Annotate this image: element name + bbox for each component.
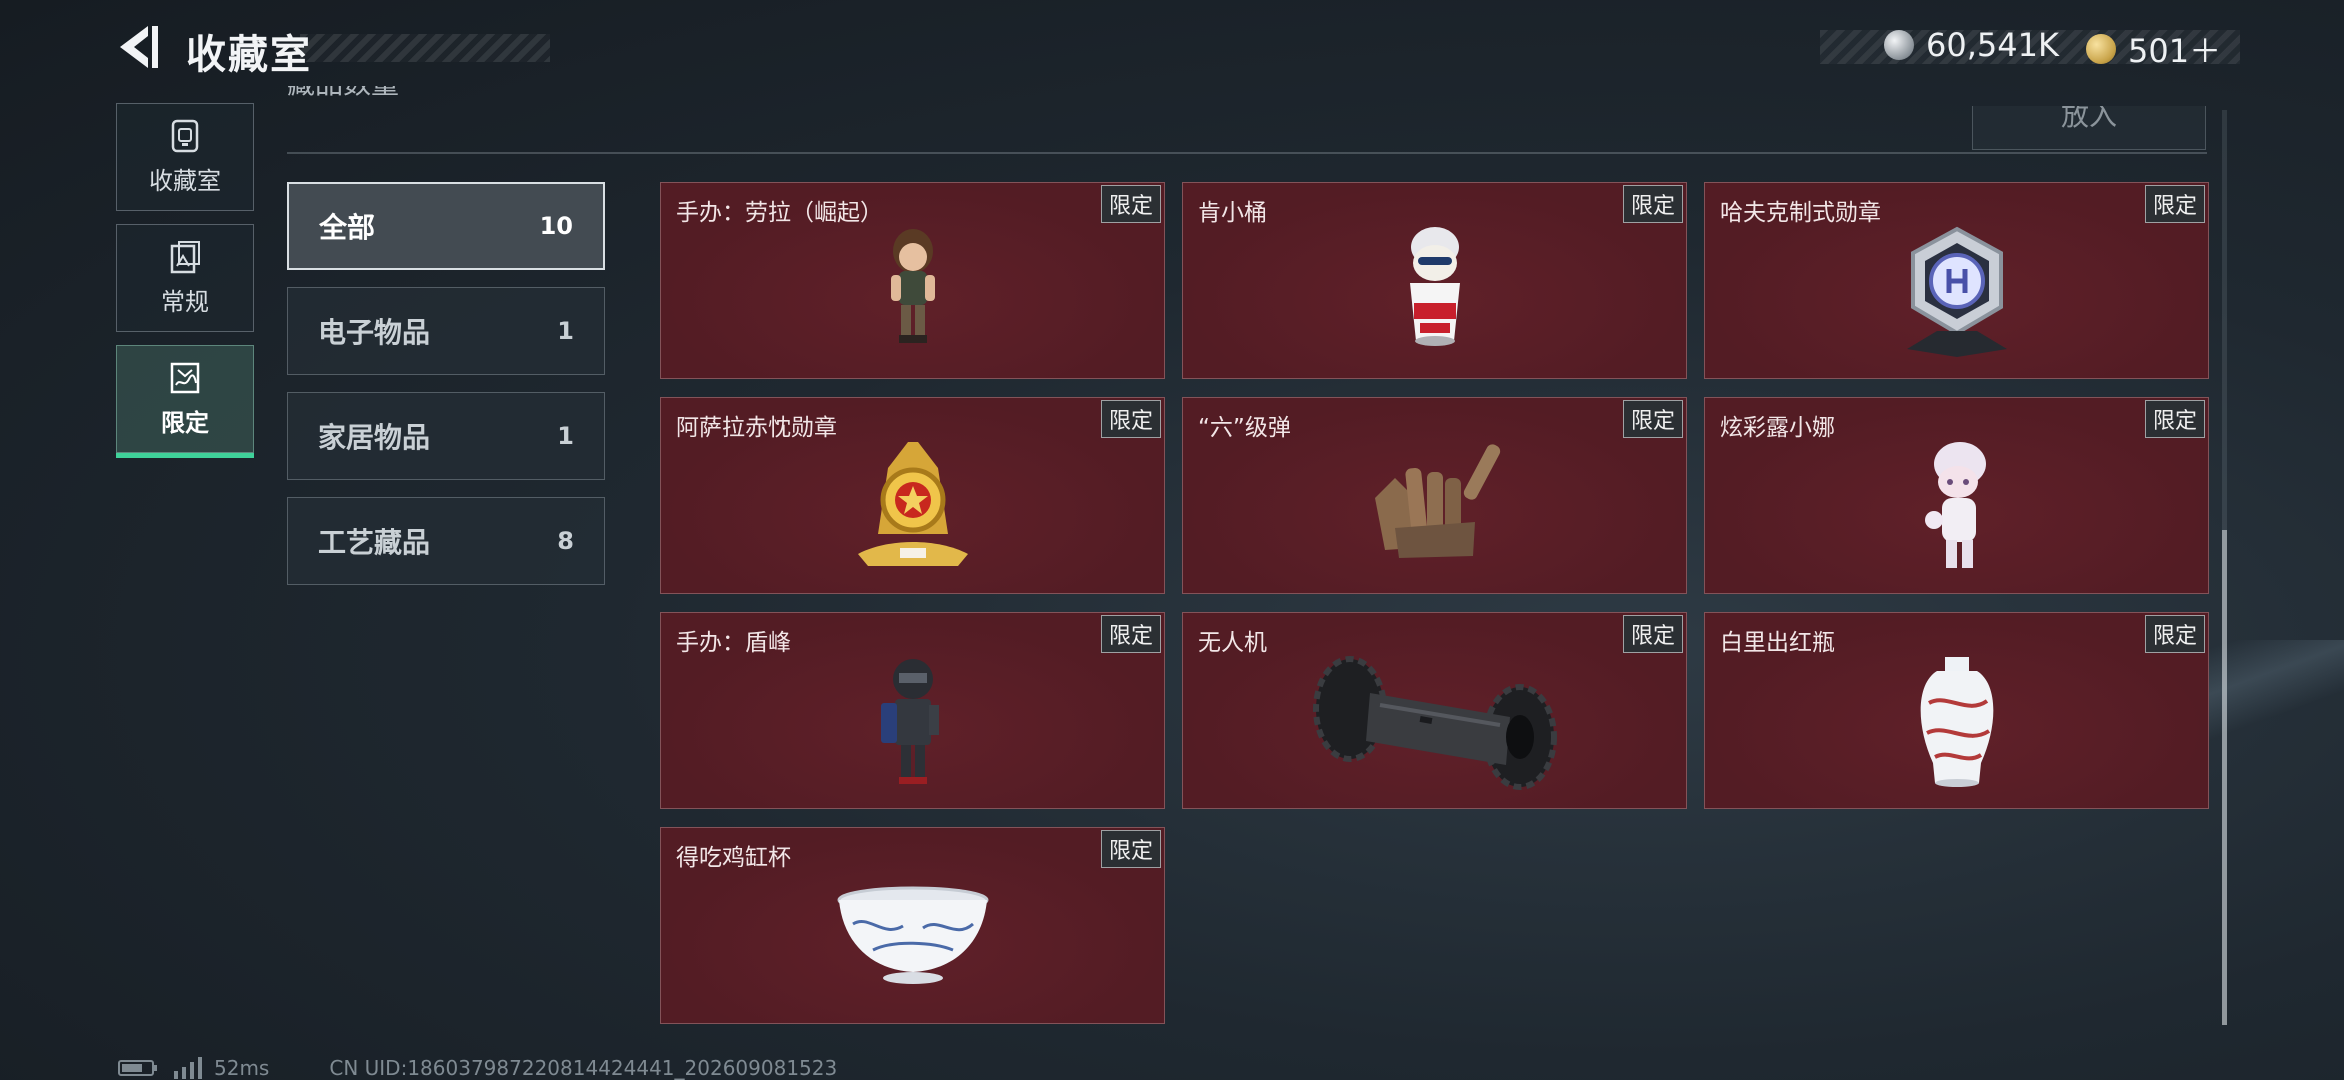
category-list: 全部 10 电子物品 1 家居物品 1 工艺藏品 8: [287, 182, 605, 602]
bucket-figure-icon: [1409, 227, 1460, 346]
category-count: 8: [557, 527, 574, 555]
category-count: 1: [557, 317, 574, 345]
category-electronics[interactable]: 电子物品 1: [287, 287, 605, 375]
gold-coin-icon: [2086, 34, 2116, 64]
divider: [287, 152, 2207, 154]
status-footer: 52ms CN UID:186037987220814424441_202609…: [118, 1056, 837, 1080]
item-name: 阿萨拉赤忱勋章: [676, 415, 837, 441]
ping-value: 52ms: [214, 1056, 270, 1080]
page-title: 收藏室: [186, 32, 312, 78]
item-name: 白里出红瓶: [1720, 630, 1835, 656]
signal-icon: [174, 1057, 202, 1079]
battery-icon: [118, 1060, 157, 1076]
put-in-button[interactable]: 放入: [1972, 106, 2206, 150]
category-count: 10: [539, 212, 573, 240]
category-all[interactable]: 全部 10: [287, 182, 605, 270]
item-card[interactable]: 哈夫克制式勋章 限定: [1704, 182, 2209, 379]
frame-icon: [170, 240, 200, 273]
category-name: 电子物品: [318, 316, 431, 349]
porcelain-vase-icon: [1920, 657, 1993, 787]
currency-gold[interactable]: 501＋: [2086, 26, 2221, 72]
limited-frame-icon: [170, 362, 200, 393]
figure-shield-icon: [880, 659, 939, 784]
figure-lara-icon: [890, 229, 935, 343]
nav-label: 收藏室: [149, 166, 221, 195]
item-card[interactable]: 手办：盾峰 限定: [660, 612, 1165, 809]
scrollbar[interactable]: [2222, 110, 2227, 1025]
scrollbar-thumb[interactable]: [2222, 530, 2227, 1025]
header: 收藏室 60,541K 501＋: [0, 0, 2344, 100]
item-name: 手办：劳拉（崛起）: [676, 200, 883, 226]
hexagon-medal-icon: [1906, 226, 2007, 357]
item-card[interactable]: 无人机 限定: [1182, 612, 1687, 809]
item-card[interactable]: 肯小桶 限定: [1182, 182, 1687, 379]
category-crafts[interactable]: 工艺藏品 8: [287, 497, 605, 585]
item-name: 手办：盾峰: [676, 630, 791, 656]
limited-badge: 限定: [2144, 400, 2205, 438]
currency-silver[interactable]: 60,541K: [1884, 26, 2059, 64]
item-name: 得吃鸡缸杯: [676, 845, 791, 871]
item-name: 炫彩露小娜: [1720, 415, 1835, 441]
item-card[interactable]: 手办：劳拉（崛起） 限定: [660, 182, 1165, 379]
cabinet-icon: [171, 119, 199, 152]
limited-badge: 限定: [1100, 830, 1161, 868]
nav-item-regular[interactable]: 常规: [116, 224, 254, 332]
gold-coin-amount: 501＋: [2128, 32, 2222, 70]
item-card[interactable]: 白里出红瓶 限定: [1704, 612, 2209, 809]
section-heading-clipped: 藏品数量: [287, 86, 427, 116]
limited-badge: 限定: [1100, 400, 1161, 438]
category-name: 全部: [319, 211, 376, 244]
item-card[interactable]: 得吃鸡缸杯 限定: [660, 827, 1165, 1024]
limited-badge: 限定: [1622, 615, 1683, 653]
item-card[interactable]: 阿萨拉赤忱勋章 限定: [660, 397, 1165, 594]
item-card[interactable]: “六”级弹 限定: [1182, 397, 1687, 594]
title-decoration: [300, 34, 550, 62]
back-arrow-icon: [120, 26, 158, 68]
item-name: 哈夫克制式勋章: [1720, 200, 1881, 226]
silver-coin-amount: 60,541K: [1926, 26, 2059, 64]
back-button[interactable]: [116, 24, 160, 70]
porcelain-cup-icon: [837, 886, 988, 984]
nav-item-collection-room[interactable]: 收藏室: [116, 103, 254, 211]
side-nav: 收藏室 常规 限定: [116, 103, 254, 466]
item-name: “六”级弹: [1198, 415, 1291, 441]
limited-badge: 限定: [1622, 400, 1683, 438]
item-card[interactable]: 炫彩露小娜 限定: [1704, 397, 2209, 594]
category-name: 家居物品: [318, 421, 431, 454]
category-count: 1: [557, 422, 574, 450]
category-home[interactable]: 家居物品 1: [287, 392, 605, 480]
nav-item-limited[interactable]: 限定: [116, 345, 254, 458]
limited-badge: 限定: [1100, 615, 1161, 653]
silver-coin-icon: [1884, 30, 1914, 60]
limited-badge: 限定: [1622, 185, 1683, 223]
uid-text: CN UID:186037987220814424441_20260908152…: [329, 1056, 838, 1080]
drone-roller-icon: [1312, 656, 1557, 790]
white-doll-icon: [1924, 442, 1986, 568]
nav-label: 限定: [161, 408, 209, 437]
item-name: 无人机: [1198, 630, 1267, 656]
bullet-hand-icon: [1374, 444, 1500, 558]
limited-badge: 限定: [2144, 185, 2205, 223]
gold-medal-icon: [857, 442, 968, 566]
limited-badge: 限定: [2144, 615, 2205, 653]
nav-label: 常规: [161, 287, 209, 316]
item-name: 肯小桶: [1198, 200, 1267, 226]
category-name: 工艺藏品: [318, 526, 431, 559]
limited-badge: 限定: [1100, 185, 1161, 223]
